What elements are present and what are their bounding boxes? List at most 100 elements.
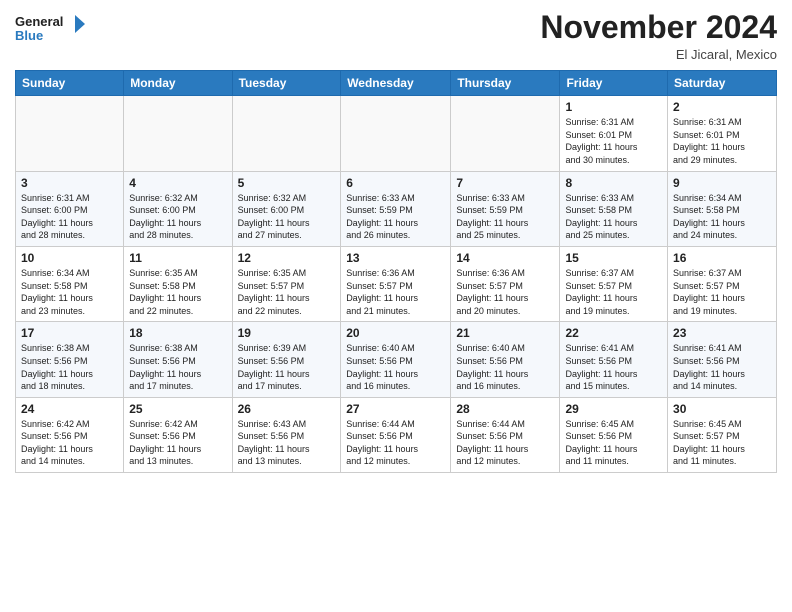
day-content: Sunrise: 6:33 AM Sunset: 5:59 PM Dayligh… <box>346 192 445 242</box>
weekday-header-thursday: Thursday <box>451 71 560 96</box>
calendar-cell: 25 Sunrise: 6:42 AM Sunset: 5:56 PM Dayli… <box>124 397 232 472</box>
day-content: Sunrise: 6:38 AM Sunset: 5:56 PM Dayligh… <box>129 342 226 392</box>
day-number: 3 <box>21 176 118 190</box>
calendar-week-row: 24 Sunrise: 6:42 AM Sunset: 5:56 PM Dayli… <box>16 397 777 472</box>
calendar-cell: 27Sunrise: 6:44 AM Sunset: 5:56 PM Dayli… <box>341 397 451 472</box>
calendar-cell: 8 Sunrise: 6:33 AM Sunset: 5:58 PM Daylig… <box>560 171 668 246</box>
calendar-week-row: 1 Sunrise: 6:31 AM Sunset: 6:01 PM Daylig… <box>16 96 777 171</box>
calendar-cell: 5Sunrise: 6:32 AM Sunset: 6:00 PM Daylig… <box>232 171 341 246</box>
day-number: 9 <box>673 176 771 190</box>
calendar-cell: 29Sunrise: 6:45 AM Sunset: 5:56 PM Dayli… <box>560 397 668 472</box>
day-number: 6 <box>346 176 445 190</box>
calendar-cell: 21 Sunrise: 6:40 AM Sunset: 5:56 PM Dayli… <box>451 322 560 397</box>
day-content: Sunrise: 6:33 AM Sunset: 5:59 PM Dayligh… <box>456 192 554 242</box>
calendar-cell: 18 Sunrise: 6:38 AM Sunset: 5:56 PM Dayli… <box>124 322 232 397</box>
month-title: November 2024 <box>540 10 777 45</box>
weekday-header-wednesday: Wednesday <box>341 71 451 96</box>
calendar-cell: 22Sunrise: 6:41 AM Sunset: 5:56 PM Dayli… <box>560 322 668 397</box>
day-content: Sunrise: 6:42 AM Sunset: 5:56 PM Dayligh… <box>129 418 226 468</box>
day-number: 2 <box>673 100 771 114</box>
svg-text:Blue: Blue <box>15 28 43 43</box>
day-number: 12 <box>238 251 336 265</box>
calendar-cell: 28 Sunrise: 6:44 AM Sunset: 5:56 PM Dayli… <box>451 397 560 472</box>
calendar-cell: 24 Sunrise: 6:42 AM Sunset: 5:56 PM Dayli… <box>16 397 124 472</box>
day-number: 28 <box>456 402 554 416</box>
day-number: 21 <box>456 326 554 340</box>
day-content: Sunrise: 6:32 AM Sunset: 6:00 PM Dayligh… <box>129 192 226 242</box>
day-number: 16 <box>673 251 771 265</box>
day-content: Sunrise: 6:34 AM Sunset: 5:58 PM Dayligh… <box>21 267 118 317</box>
day-number: 17 <box>21 326 118 340</box>
svg-text:General: General <box>15 14 63 29</box>
day-content: Sunrise: 6:31 AM Sunset: 6:01 PM Dayligh… <box>673 116 771 166</box>
day-content: Sunrise: 6:40 AM Sunset: 5:56 PM Dayligh… <box>456 342 554 392</box>
day-content: Sunrise: 6:37 AM Sunset: 5:57 PM Dayligh… <box>673 267 771 317</box>
day-number: 30 <box>673 402 771 416</box>
weekday-header-row: SundayMondayTuesdayWednesdayThursdayFrid… <box>16 71 777 96</box>
day-number: 25 <box>129 402 226 416</box>
day-content: Sunrise: 6:40 AM Sunset: 5:56 PM Dayligh… <box>346 342 445 392</box>
day-content: Sunrise: 6:41 AM Sunset: 5:56 PM Dayligh… <box>673 342 771 392</box>
day-number: 15 <box>565 251 662 265</box>
calendar-cell: 3 Sunrise: 6:31 AM Sunset: 6:00 PM Daylig… <box>16 171 124 246</box>
day-number: 13 <box>346 251 445 265</box>
calendar-cell: 23 Sunrise: 6:41 AM Sunset: 5:56 PM Dayli… <box>668 322 777 397</box>
calendar-cell: 19Sunrise: 6:39 AM Sunset: 5:56 PM Dayli… <box>232 322 341 397</box>
weekday-header-friday: Friday <box>560 71 668 96</box>
calendar-cell: 13 Sunrise: 6:36 AM Sunset: 5:57 PM Dayli… <box>341 246 451 321</box>
day-number: 14 <box>456 251 554 265</box>
calendar-cell: 12 Sunrise: 6:35 AM Sunset: 5:57 PM Dayli… <box>232 246 341 321</box>
day-content: Sunrise: 6:44 AM Sunset: 5:56 PM Dayligh… <box>346 418 445 468</box>
header: General Blue November 2024 El Jicaral, M… <box>15 10 777 62</box>
calendar-week-row: 10Sunrise: 6:34 AM Sunset: 5:58 PM Dayli… <box>16 246 777 321</box>
day-content: Sunrise: 6:38 AM Sunset: 5:56 PM Dayligh… <box>21 342 118 392</box>
calendar-cell: 14Sunrise: 6:36 AM Sunset: 5:57 PM Dayli… <box>451 246 560 321</box>
day-content: Sunrise: 6:43 AM Sunset: 5:56 PM Dayligh… <box>238 418 336 468</box>
calendar-cell: 4 Sunrise: 6:32 AM Sunset: 6:00 PM Daylig… <box>124 171 232 246</box>
day-number: 7 <box>456 176 554 190</box>
day-number: 1 <box>565 100 662 114</box>
calendar-cell: 6 Sunrise: 6:33 AM Sunset: 5:59 PM Daylig… <box>341 171 451 246</box>
calendar-cell: 17 Sunrise: 6:38 AM Sunset: 5:56 PM Dayli… <box>16 322 124 397</box>
day-number: 24 <box>21 402 118 416</box>
day-number: 8 <box>565 176 662 190</box>
day-content: Sunrise: 6:41 AM Sunset: 5:56 PM Dayligh… <box>565 342 662 392</box>
logo-icon: General Blue <box>15 10 85 48</box>
logo: General Blue <box>15 10 85 48</box>
day-number: 29 <box>565 402 662 416</box>
calendar-week-row: 3 Sunrise: 6:31 AM Sunset: 6:00 PM Daylig… <box>16 171 777 246</box>
day-content: Sunrise: 6:31 AM Sunset: 6:00 PM Dayligh… <box>21 192 118 242</box>
day-number: 18 <box>129 326 226 340</box>
calendar-cell: 9 Sunrise: 6:34 AM Sunset: 5:58 PM Daylig… <box>668 171 777 246</box>
day-content: Sunrise: 6:45 AM Sunset: 5:57 PM Dayligh… <box>673 418 771 468</box>
calendar-cell: 11 Sunrise: 6:35 AM Sunset: 5:58 PM Dayli… <box>124 246 232 321</box>
calendar-cell <box>124 96 232 171</box>
day-content: Sunrise: 6:33 AM Sunset: 5:58 PM Dayligh… <box>565 192 662 242</box>
day-number: 26 <box>238 402 336 416</box>
day-content: Sunrise: 6:36 AM Sunset: 5:57 PM Dayligh… <box>346 267 445 317</box>
day-number: 23 <box>673 326 771 340</box>
calendar-cell: 20Sunrise: 6:40 AM Sunset: 5:56 PM Dayli… <box>341 322 451 397</box>
calendar-cell: 16 Sunrise: 6:37 AM Sunset: 5:57 PM Dayli… <box>668 246 777 321</box>
weekday-header-sunday: Sunday <box>16 71 124 96</box>
calendar-cell: 2 Sunrise: 6:31 AM Sunset: 6:01 PM Daylig… <box>668 96 777 171</box>
day-content: Sunrise: 6:35 AM Sunset: 5:57 PM Dayligh… <box>238 267 336 317</box>
calendar-cell <box>451 96 560 171</box>
calendar-cell: 26 Sunrise: 6:43 AM Sunset: 5:56 PM Dayli… <box>232 397 341 472</box>
calendar-cell: 10Sunrise: 6:34 AM Sunset: 5:58 PM Dayli… <box>16 246 124 321</box>
calendar-week-row: 17 Sunrise: 6:38 AM Sunset: 5:56 PM Dayli… <box>16 322 777 397</box>
weekday-header-saturday: Saturday <box>668 71 777 96</box>
day-content: Sunrise: 6:44 AM Sunset: 5:56 PM Dayligh… <box>456 418 554 468</box>
day-content: Sunrise: 6:34 AM Sunset: 5:58 PM Dayligh… <box>673 192 771 242</box>
day-content: Sunrise: 6:42 AM Sunset: 5:56 PM Dayligh… <box>21 418 118 468</box>
day-content: Sunrise: 6:35 AM Sunset: 5:58 PM Dayligh… <box>129 267 226 317</box>
day-content: Sunrise: 6:37 AM Sunset: 5:57 PM Dayligh… <box>565 267 662 317</box>
day-number: 4 <box>129 176 226 190</box>
calendar-cell <box>232 96 341 171</box>
calendar-cell <box>341 96 451 171</box>
day-number: 11 <box>129 251 226 265</box>
day-content: Sunrise: 6:31 AM Sunset: 6:01 PM Dayligh… <box>565 116 662 166</box>
location: El Jicaral, Mexico <box>540 47 777 62</box>
title-block: November 2024 El Jicaral, Mexico <box>540 10 777 62</box>
day-content: Sunrise: 6:32 AM Sunset: 6:00 PM Dayligh… <box>238 192 336 242</box>
